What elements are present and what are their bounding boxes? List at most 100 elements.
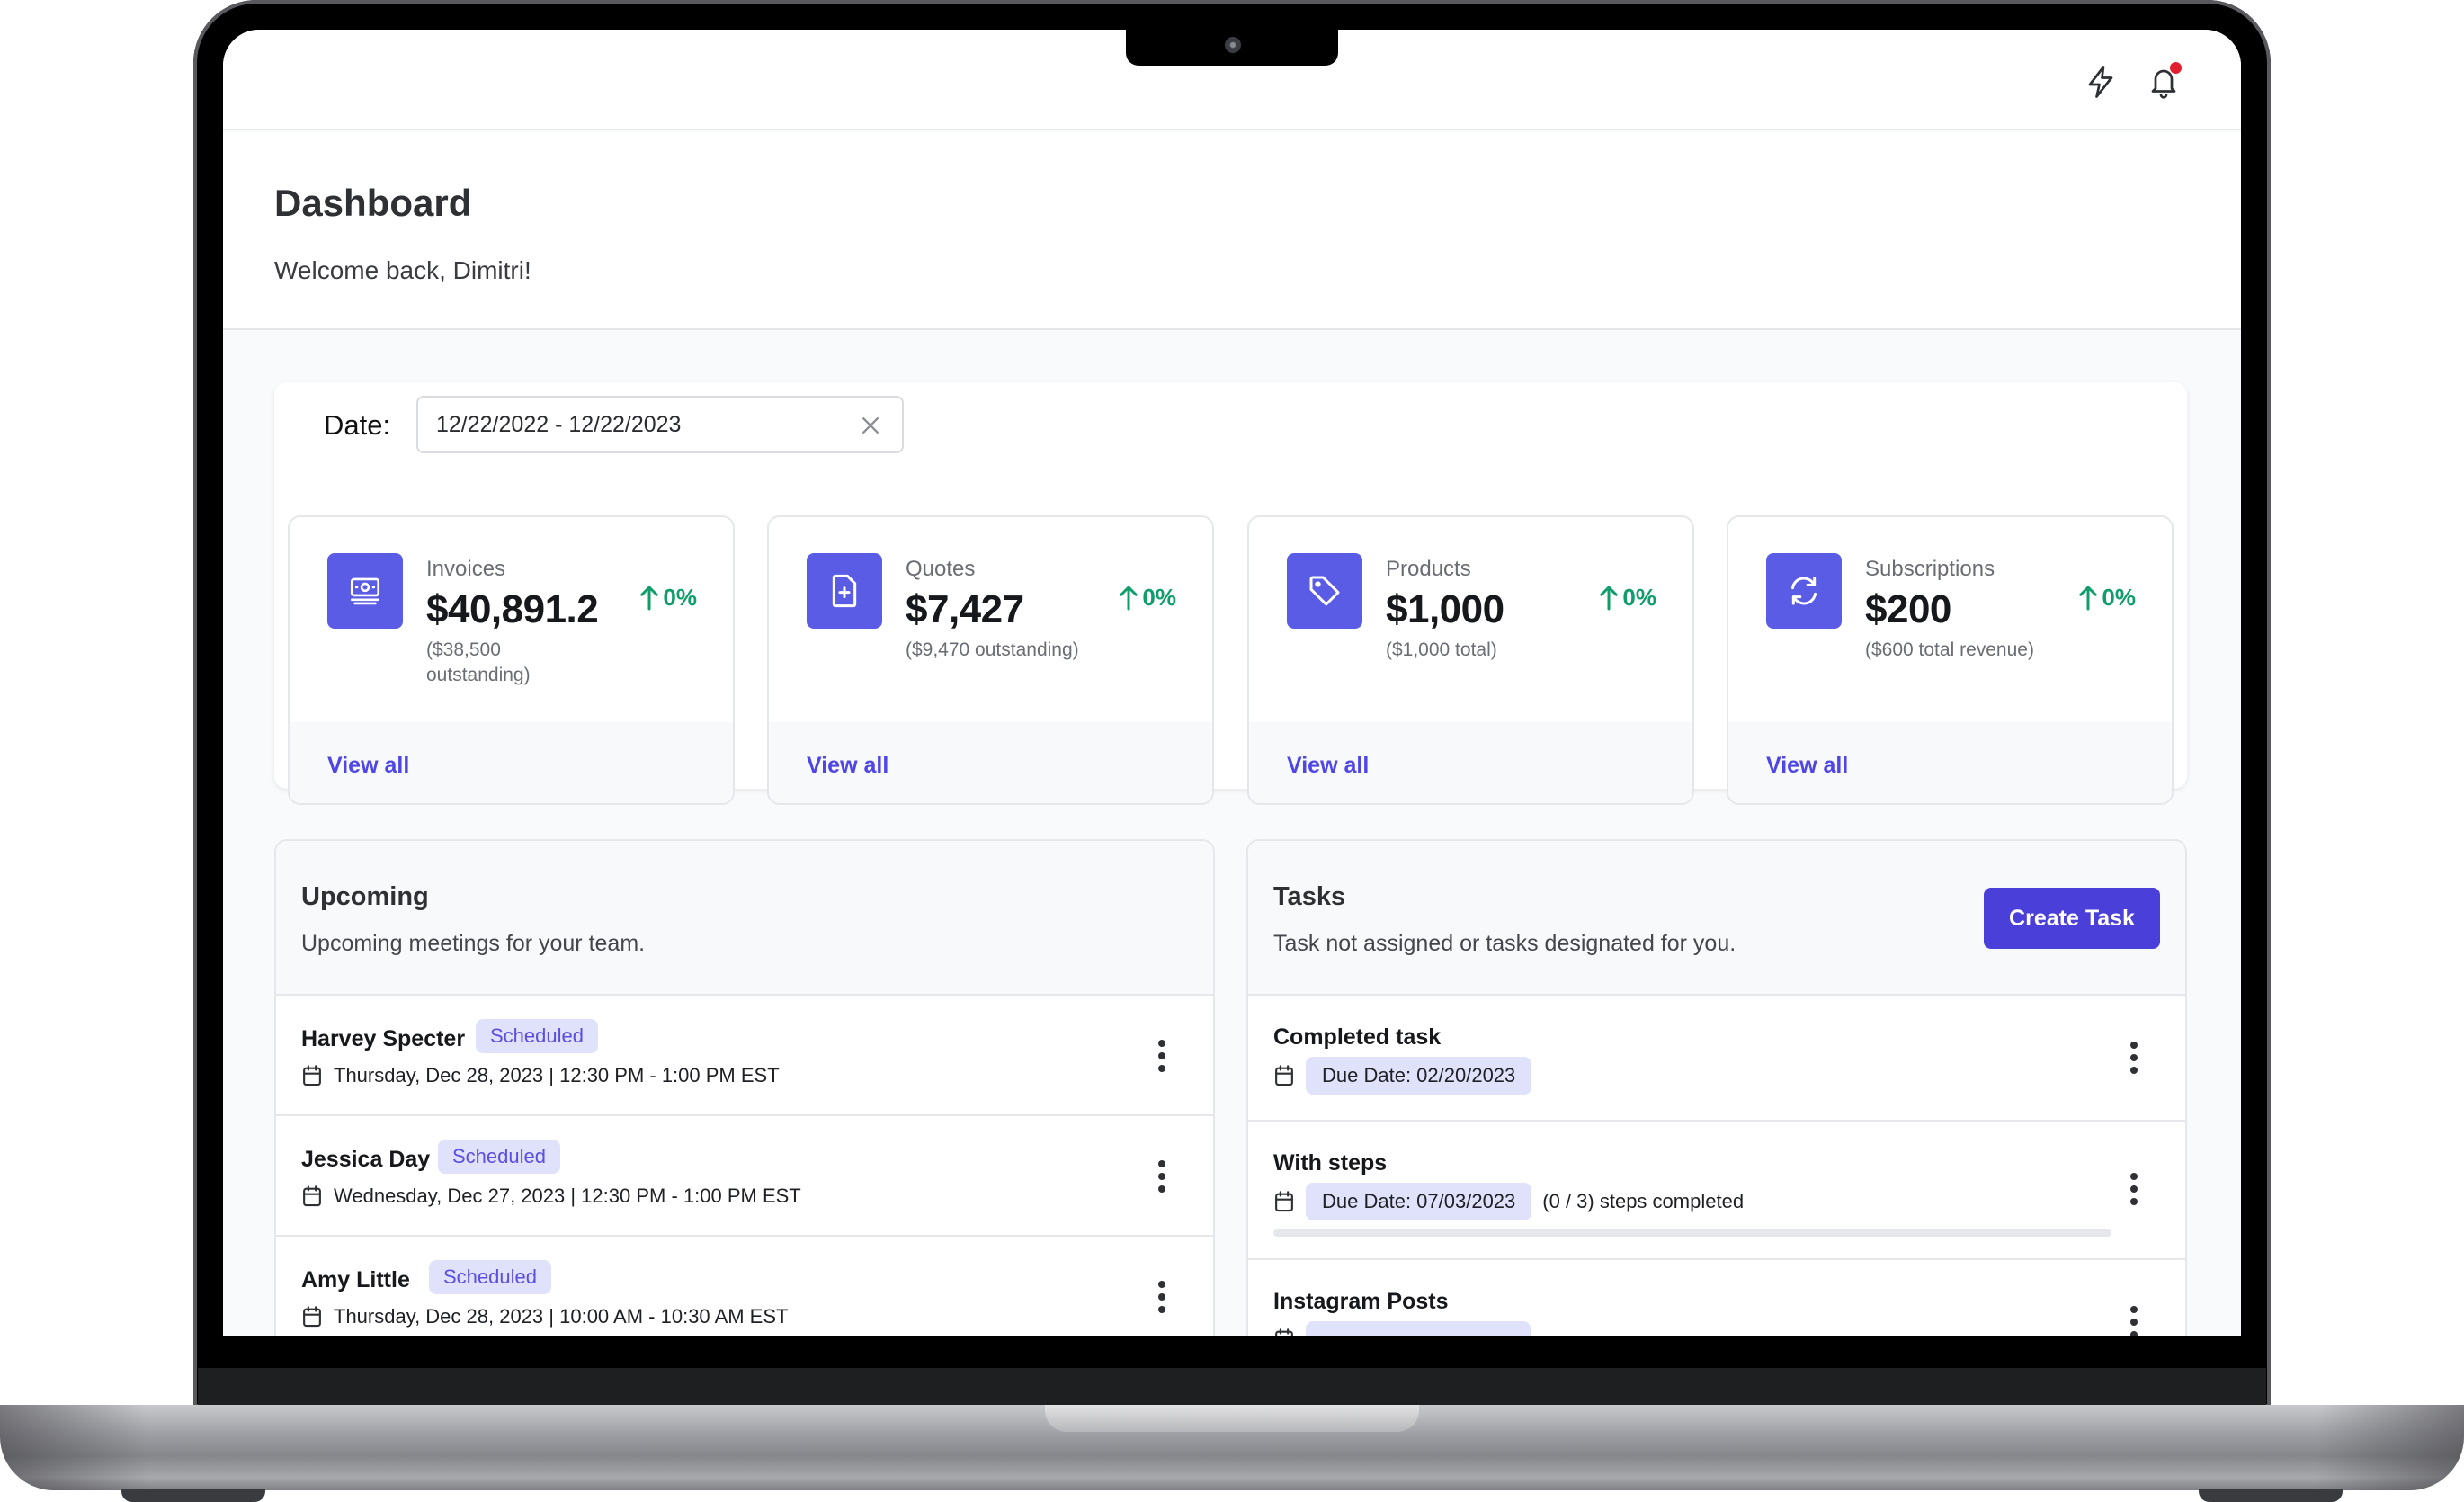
meeting-item[interactable]: Jessica Day Scheduled Wednesday, Dec 27,… <box>276 1116 1213 1237</box>
calendar-icon <box>303 1185 321 1207</box>
meeting-name: Harvey Specter <box>301 1026 466 1051</box>
stat-value: $40,891.2 <box>426 587 599 631</box>
task-item[interactable]: With steps Due Date: 07/03/2023 (0 / 3) … <box>1248 1122 2185 1260</box>
task-item[interactable]: Instagram Posts <box>1248 1260 2185 1336</box>
clear-date-icon[interactable] <box>859 414 882 437</box>
stat-card-quotes: Quotes $7,427 ($9,470 outstanding) 0% Vi… <box>767 515 1214 805</box>
meeting-name: Jessica Day <box>301 1147 431 1172</box>
steps-completed: (0 / 3) steps completed <box>1542 1190 1745 1212</box>
tag-icon <box>1309 576 1340 606</box>
stat-trend: 0% <box>2078 584 2136 612</box>
subscriptions-icon-box <box>1766 553 1842 629</box>
due-date-badge <box>1306 1321 1531 1336</box>
meeting-time: Thursday, Dec 28, 2023 | 10:00 AM - 10:3… <box>334 1305 789 1328</box>
stat-subtext: ($1,000 total) <box>1386 639 1497 660</box>
money-icon <box>350 577 380 605</box>
calendar-icon <box>1275 1328 1293 1336</box>
stat-trend-value: 0% <box>1622 584 1656 611</box>
stat-value: $7,427 <box>906 587 1024 631</box>
stat-value: $1,000 <box>1386 587 1504 631</box>
task-meta: Due Date: 02/20/2023 <box>1273 1057 1532 1095</box>
calendar-icon <box>1275 1191 1293 1212</box>
stat-card-footer: View all <box>1728 722 2172 803</box>
more-options-icon[interactable] <box>2120 1300 2147 1336</box>
task-meta <box>1273 1321 1531 1336</box>
refresh-icon <box>1791 577 1817 605</box>
task-progress-bar <box>1273 1229 2111 1237</box>
status-badge: Scheduled <box>429 1260 551 1294</box>
task-name: Instagram Posts <box>1273 1289 1449 1314</box>
lightning-icon <box>2088 66 2113 98</box>
task-name: With steps <box>1273 1150 1388 1176</box>
stat-card-footer: View all <box>290 722 733 803</box>
view-all-quotes-link[interactable]: View all <box>807 753 888 779</box>
upcoming-panel: Upcoming Upcoming meetings for your team… <box>274 839 1215 1336</box>
calendar-icon <box>303 1306 321 1328</box>
stat-card-invoices: Invoices $40,891.2 ($38,500 outstanding)… <box>288 515 735 805</box>
date-range-input[interactable]: 12/22/2022 - 12/22/2023 <box>416 396 904 453</box>
more-options-icon[interactable] <box>2120 1035 2147 1080</box>
welcome-message: Welcome back, Dimitri! <box>274 256 531 284</box>
stat-label: Invoices <box>426 557 506 581</box>
stat-trend: 0% <box>1599 584 1656 612</box>
upcoming-header: Upcoming Upcoming meetings for your team… <box>276 841 1213 996</box>
tasks-title: Tasks <box>1273 882 1346 911</box>
stat-card-products: Products $1,000 ($1,000 total) 0% View a… <box>1247 515 1694 805</box>
laptop-chin <box>198 1336 2266 1408</box>
status-badge: Scheduled <box>438 1140 560 1174</box>
camera-notch <box>1126 30 1338 66</box>
stat-trend: 0% <box>639 584 697 612</box>
due-date-badge: Due Date: 07/03/2023 <box>1306 1183 1532 1220</box>
task-meta: Due Date: 07/03/2023 (0 / 3) steps compl… <box>1273 1183 1744 1220</box>
meeting-item[interactable]: Harvey Specter Scheduled Thursday, Dec 2… <box>276 996 1213 1116</box>
task-name: Completed task <box>1273 1024 1442 1050</box>
laptop-opening-notch <box>1045 1405 1419 1432</box>
stat-trend-value: 0% <box>663 584 697 611</box>
meeting-meta: Thursday, Dec 28, 2023 | 12:30 PM - 1:00… <box>301 1064 780 1087</box>
stats-container: Date: 12/22/2022 - 12/22/2023 Invoices $… <box>274 382 2187 805</box>
notifications-button[interactable] <box>2140 58 2187 105</box>
stat-label: Products <box>1386 557 1471 581</box>
stat-trend-value: 0% <box>1142 584 1176 611</box>
more-options-icon[interactable] <box>1148 1033 1175 1078</box>
stat-subtext: ($38,500 outstanding) <box>426 639 531 685</box>
due-date-badge: Due Date: 02/20/2023 <box>1306 1057 1532 1095</box>
more-options-icon[interactable] <box>1148 1274 1175 1319</box>
more-options-icon[interactable] <box>2120 1167 2147 1211</box>
tasks-header: Tasks Task not assigned or tasks designa… <box>1248 841 2185 996</box>
upcoming-title: Upcoming <box>301 882 429 911</box>
meeting-meta: Thursday, Dec 28, 2023 | 10:00 AM - 10:3… <box>301 1305 788 1328</box>
date-range-value: 12/22/2022 - 12/22/2023 <box>436 411 682 437</box>
quotes-icon-box <box>807 553 882 629</box>
stat-card-footer: View all <box>769 722 1212 803</box>
lightning-button[interactable] <box>2077 58 2124 105</box>
page-title: Dashboard <box>274 182 472 224</box>
arrow-up-icon <box>1600 586 1619 610</box>
task-item[interactable]: Completed task Due Date: 02/20/2023 <box>1248 996 2185 1122</box>
notification-dot <box>2170 62 2182 74</box>
document-plus-icon <box>832 574 857 608</box>
meeting-time: Wednesday, Dec 27, 2023 | 12:30 PM - 1:0… <box>334 1185 801 1207</box>
arrow-up-icon <box>640 586 659 610</box>
stat-subtext: ($9,470 outstanding) <box>906 639 1079 660</box>
arrow-up-icon <box>1120 586 1138 610</box>
view-all-subscriptions-link[interactable]: View all <box>1766 753 1848 779</box>
arrow-up-icon <box>2079 586 2098 610</box>
laptop-foot-right <box>2199 1489 2343 1502</box>
meeting-item[interactable]: Amy Little Scheduled Thursday, Dec 28, 2… <box>276 1237 1213 1336</box>
tasks-description: Task not assigned or tasks designated fo… <box>1273 931 1736 956</box>
laptop-foot-left <box>121 1489 265 1502</box>
meeting-meta: Wednesday, Dec 27, 2023 | 12:30 PM - 1:0… <box>301 1185 801 1208</box>
date-label: Date: <box>324 409 391 441</box>
stat-card-subscriptions: Subscriptions $200 ($600 total revenue) … <box>1727 515 2174 805</box>
calendar-icon <box>1275 1065 1293 1086</box>
page-header: Dashboard Welcome back, Dimitri! <box>223 132 2241 330</box>
view-all-products-link[interactable]: View all <box>1287 753 1369 779</box>
more-options-icon[interactable] <box>1148 1154 1175 1199</box>
view-all-invoices-link[interactable]: View all <box>327 753 409 779</box>
camera-icon <box>1225 37 1241 53</box>
screen: Dashboard Welcome back, Dimitri! Date: 1… <box>223 30 2241 1336</box>
create-task-button[interactable]: Create Task <box>1984 888 2160 949</box>
stat-label: Subscriptions <box>1865 557 1995 581</box>
stat-card-footer: View all <box>1249 722 1692 803</box>
